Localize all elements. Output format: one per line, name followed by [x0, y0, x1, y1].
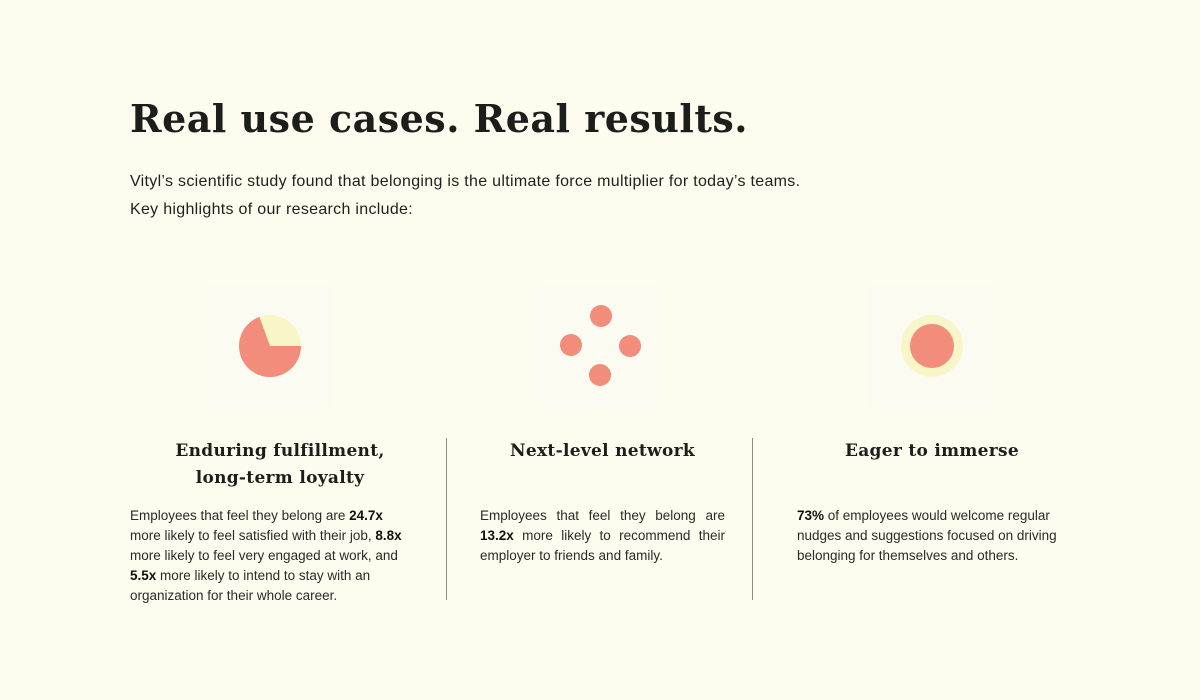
stat-value: 73% [797, 508, 825, 523]
concentric-circle-graphic [901, 315, 963, 377]
network-dot-left [560, 334, 582, 356]
body-text: Employees that feel they belong are [480, 508, 725, 523]
intro-line-2: Key highlights of our research include: [130, 201, 413, 218]
column-divider [752, 438, 753, 600]
network-dot-right [619, 335, 641, 357]
stat-value: 13.2x [480, 528, 514, 543]
network-dots-graphic [560, 305, 641, 386]
body-text: of employees would welcome regular nudge… [797, 508, 1057, 563]
page-title: Real use cases. Real results. [130, 96, 749, 141]
pie-chart-graphic [239, 315, 301, 378]
body-text: Employees that feel they belong are [130, 508, 350, 523]
network-dots-icon [538, 286, 660, 408]
stat-value: 8.8x [375, 528, 402, 543]
stat-value: 5.5x [130, 568, 157, 583]
inner-disc [910, 324, 954, 368]
concentric-circle-icon [870, 286, 992, 408]
network-dot-top [590, 305, 612, 327]
card-title-line: Eager to immerse [844, 441, 1020, 461]
body-text: more likely to intend to stay with an or… [130, 568, 371, 603]
body-text: more likely to recommend their employer … [480, 528, 725, 563]
intro-text: Vityl’s scientific study found that belo… [130, 168, 910, 224]
card-body-fulfillment: Employees that feel they belong are 24.7… [130, 506, 410, 606]
body-text: more likely to feel satisfied with their… [130, 528, 376, 543]
card-title-immerse: Eager to immerse [782, 438, 1082, 465]
intro-line-1: Vityl’s scientific study found that belo… [130, 173, 801, 190]
card-title-fulfillment: Enduring fulfillment, long-term loyalty [130, 438, 430, 492]
card-body-immerse: 73% of employees would welcome regular n… [797, 506, 1077, 566]
network-dot-bottom [589, 364, 611, 386]
card-body-network: Employees that feel they belong are 13.2… [480, 506, 725, 566]
card-title-line: Next-level network [510, 441, 695, 461]
stat-value: 24.7x [349, 508, 383, 523]
body-text: more likely to feel very engaged at work… [130, 548, 398, 563]
card-title-network: Next-level network [470, 438, 735, 465]
pie-chart-icon [208, 286, 330, 408]
column-divider [446, 438, 447, 600]
card-title-line: long-term loyalty [195, 468, 365, 488]
card-title-line: Enduring fulfillment, [175, 441, 385, 461]
